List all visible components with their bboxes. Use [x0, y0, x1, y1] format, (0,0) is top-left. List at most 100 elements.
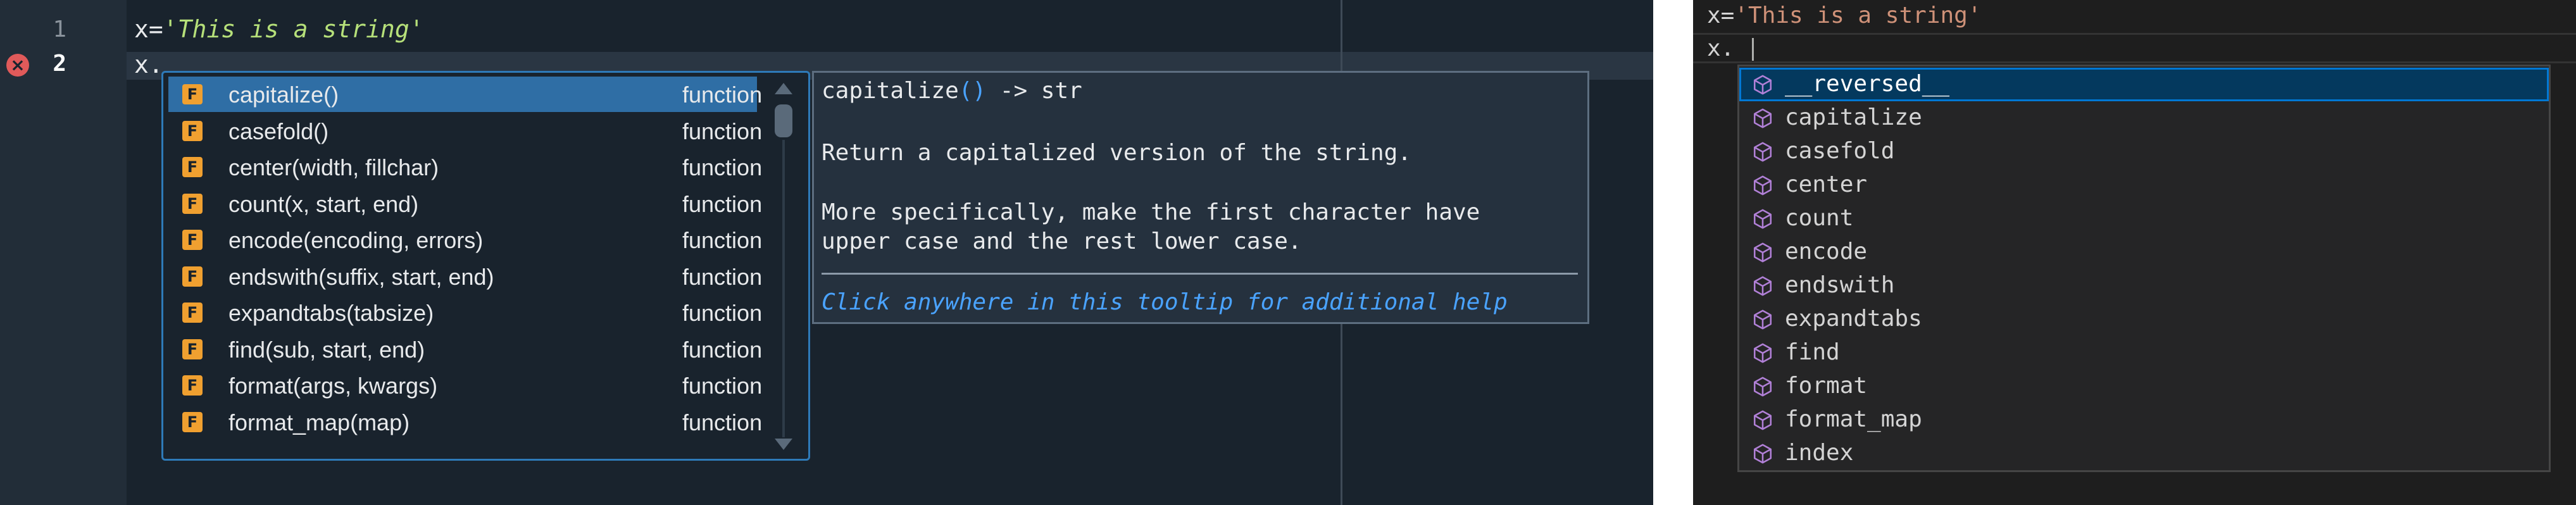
completion-kind: function	[682, 300, 763, 326]
cube-icon	[1753, 444, 1772, 464]
suggestion-item[interactable]: capitalize	[1739, 101, 2549, 135]
cube-icon	[1753, 175, 1772, 196]
line-number-active: 2	[53, 51, 66, 77]
completion-name: endswith(suffix, start, end)	[228, 263, 494, 290]
tooltip-detail-line-2: upper case and the rest lower case.	[822, 228, 1302, 254]
suggestion-item[interactable]: encode	[1739, 235, 2549, 269]
completion-scrollbar[interactable]	[772, 80, 795, 451]
completion-name: capitalize()	[228, 82, 339, 108]
cube-icon	[1753, 75, 1772, 95]
code-var: x=	[134, 15, 163, 43]
code-var: x=	[1707, 3, 1735, 28]
function-icon: F	[182, 230, 203, 250]
tooltip-signature: capitalize() -> str	[822, 78, 1082, 104]
function-icon: F	[182, 84, 203, 104]
signature-name: capitalize	[822, 78, 959, 104]
suggestion-name: encode	[1785, 239, 1868, 265]
code-line-1[interactable]: x='This is a string'	[134, 15, 424, 43]
function-icon: F	[182, 375, 203, 396]
scroll-down-arrow-icon[interactable]	[775, 439, 792, 450]
current-line-highlight	[1693, 33, 2576, 63]
completion-name: count(x, start, end)	[228, 190, 419, 217]
suggestion-name: center	[1785, 171, 1868, 197]
suggestion-name: __reversed__	[1785, 71, 1950, 97]
code-string: 'This is a string'	[163, 15, 424, 43]
cube-icon	[1753, 377, 1772, 397]
scrollbar-track[interactable]	[782, 140, 785, 437]
completion-kind: function	[682, 409, 763, 435]
completion-item[interactable]: Fcenter(width, fillchar) function	[168, 149, 762, 185]
completion-kind: function	[682, 227, 763, 253]
scroll-up-arrow-icon[interactable]	[775, 83, 792, 94]
suggestion-item[interactable]: endswith	[1739, 269, 2549, 302]
scrollbar-thumb[interactable]	[775, 104, 792, 137]
docstring-tooltip[interactable]: capitalize() -> str Return a capitalized…	[812, 71, 1589, 324]
tooltip-detail-line-1: More specifically, make the first charac…	[822, 199, 1480, 225]
cube-icon	[1753, 343, 1772, 363]
completion-name: format(args, kwargs)	[228, 373, 438, 399]
function-icon: F	[182, 157, 203, 177]
completion-item[interactable]: Fformat(args, kwargs) function	[168, 368, 762, 403]
suggestion-name: endswith	[1785, 272, 1895, 298]
completion-name: format_map(map)	[228, 409, 410, 435]
completion-kind: function	[682, 373, 763, 399]
line-number: 1	[53, 16, 66, 42]
suggestion-name: format	[1785, 373, 1868, 399]
suggestion-item[interactable]: find	[1739, 336, 2549, 370]
completion-kind: function	[682, 263, 763, 290]
tooltip-divider	[822, 273, 1578, 275]
function-icon: F	[182, 266, 203, 287]
completion-name: casefold()	[228, 118, 329, 144]
completion-item[interactable]: Fcasefold() function	[168, 113, 762, 149]
suggestion-item[interactable]: format_map	[1739, 403, 2549, 437]
completion-name: encode(encoding, errors)	[228, 227, 484, 253]
signature-return: -> str	[986, 78, 1082, 104]
cube-icon	[1753, 242, 1772, 263]
function-icon: F	[182, 193, 203, 214]
code-line-2[interactable]: x.	[134, 51, 163, 78]
completion-item[interactable]: Fexpandtabs(tabsize) function	[168, 295, 762, 330]
suggestion-item[interactable]: casefold	[1739, 135, 2549, 168]
function-icon: F	[182, 302, 203, 323]
cube-icon	[1753, 410, 1772, 430]
function-icon: F	[182, 411, 203, 432]
suggestion-item[interactable]: __reversed__	[1739, 68, 2549, 101]
completion-item[interactable]: Fendswith(suffix, start, end) function	[168, 259, 762, 294]
completion-item[interactable]: Ffind(sub, start, end) function	[168, 332, 762, 367]
cube-icon	[1753, 209, 1772, 229]
code-line-2[interactable]: x.	[1707, 35, 1734, 61]
line-number-gutter: 1 × 2	[0, 0, 127, 505]
completion-item[interactable]: Fcapitalize() function	[168, 77, 762, 112]
suggestion-name: index	[1785, 440, 1854, 466]
completion-kind: function	[682, 118, 763, 144]
completion-item[interactable]: Fencode(encoding, errors) function	[168, 222, 762, 258]
suggestion-item[interactable]: format	[1739, 370, 2549, 403]
suggestion-item[interactable]: count	[1739, 202, 2549, 235]
cube-icon	[1753, 309, 1772, 330]
completion-kind: function	[682, 82, 763, 108]
suggestion-name: format_map	[1785, 406, 1922, 432]
suggestion-item[interactable]: index	[1739, 437, 2549, 470]
vscode-editor: x='This is a string' x. __reversed__capi…	[1693, 0, 2576, 505]
completion-item[interactable]: Fformat_map(map) function	[168, 404, 762, 440]
completion-kind: function	[682, 336, 763, 363]
suggestion-item[interactable]: expandtabs	[1739, 302, 2549, 336]
function-icon: F	[182, 339, 203, 359]
suggestion-item[interactable]: center	[1739, 168, 2549, 202]
suggestion-name: casefold	[1785, 138, 1895, 164]
completion-name: expandtabs(tabsize)	[228, 300, 434, 326]
suggest-widget[interactable]: __reversed__ capitalize casefold center coun…	[1737, 65, 2551, 472]
suggestion-name: expandtabs	[1785, 306, 1922, 332]
code-line-1[interactable]: x='This is a string'	[1707, 3, 1982, 28]
completion-name: find(sub, start, end)	[228, 336, 425, 363]
suggestion-name: count	[1785, 205, 1854, 231]
completion-list[interactable]: Fcapitalize() function Fcasefold() function…	[161, 71, 810, 461]
code-string: 'This is a string'	[1734, 3, 1982, 28]
completion-item[interactable]: Fcount(x, start, end) function	[168, 186, 762, 221]
cube-icon	[1753, 276, 1772, 296]
spyder-editor: 1 × 2 x='This is a string' x. Fcapitaliz…	[0, 0, 1653, 505]
tooltip-help-link[interactable]: Click anywhere in this tooltip for addit…	[822, 289, 1508, 315]
cube-icon	[1753, 142, 1772, 162]
function-icon: F	[182, 120, 203, 141]
completion-kind: function	[682, 190, 763, 217]
